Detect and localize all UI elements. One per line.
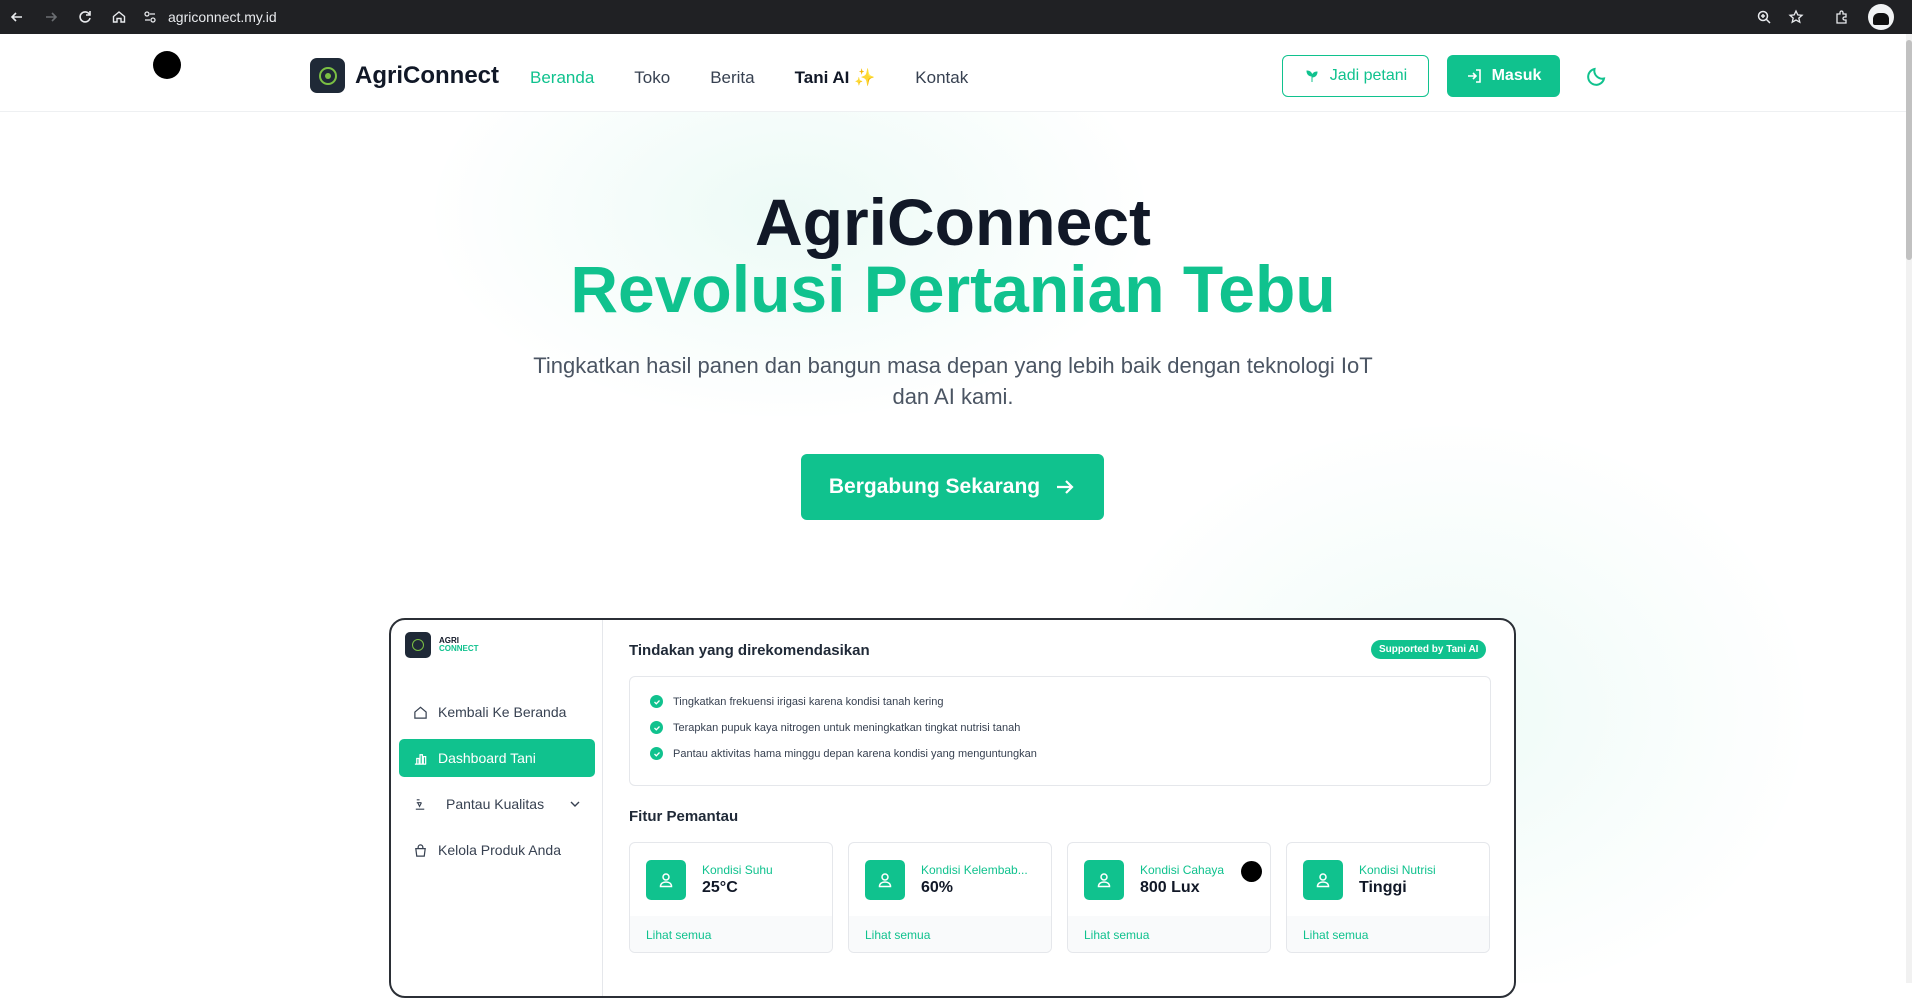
shopping-bag-icon (415, 843, 426, 857)
url-text: agriconnect.my.id (168, 9, 277, 25)
user-icon (865, 860, 905, 900)
card-label: Kondisi Cahaya (1140, 863, 1225, 877)
address-bar[interactable]: agriconnect.my.id (142, 4, 277, 30)
hero-title: AgriConnect (755, 185, 1151, 259)
user-icon (1084, 860, 1124, 900)
user-icon (1303, 860, 1343, 900)
nav-beranda[interactable]: Beranda (530, 68, 594, 88)
nav-toko[interactable]: Toko (634, 68, 670, 88)
scrollbar-thumb[interactable] (1906, 40, 1912, 260)
cursor-dot (153, 51, 181, 79)
see-all-link[interactable]: Lihat semua (1303, 928, 1368, 942)
nav-berita[interactable]: Berita (710, 68, 754, 88)
monitor-card-humidity[interactable]: Kondisi Kelembab... 60% Lihat semua (848, 842, 1052, 953)
reload-button[interactable] (68, 0, 102, 34)
join-now-button[interactable]: Bergabung Sekarang (801, 454, 1104, 520)
browser-toolbar: agriconnect.my.id (0, 0, 1912, 34)
extensions-button[interactable] (1826, 0, 1858, 34)
sprout-icon (1306, 70, 1318, 82)
sidebar-item-label: Kembali Ke Beranda (438, 704, 567, 720)
zoom-button[interactable] (1748, 0, 1780, 34)
dashboard-preview: AGRI CONNECT Kembali Ke Beranda Dashboar… (389, 618, 1516, 998)
arrow-right-icon (1057, 480, 1074, 494)
hero-subtitle: Tingkatkan hasil panen dan bangun masa d… (533, 353, 1373, 409)
sidebar-item-label: Pantau Kualitas (446, 796, 545, 812)
card-value: 60% (921, 879, 954, 896)
arrow-right-icon (46, 12, 58, 22)
card-label: Kondisi Kelembab... (921, 863, 1028, 877)
sidebar-item-label: Kelola Produk Anda (438, 842, 561, 858)
login-icon (1467, 69, 1481, 83)
sidebar-item-dashboard[interactable]: Dashboard Tani (399, 739, 595, 777)
card-label: Kondisi Nutrisi (1359, 863, 1436, 877)
nav-tani-ai[interactable]: Tani AI ✨ (795, 68, 876, 88)
recommendation-item: Tingkatkan frekuensi irigasi karena kond… (650, 695, 943, 708)
home-icon (112, 11, 126, 23)
bookmark-button[interactable] (1780, 0, 1812, 34)
cursor-dot (1241, 861, 1262, 882)
dashboard-main: Tindakan yang direkomendasikan Supported… (603, 620, 1514, 996)
recommendation-item: Terapkan pupuk kaya nitrogen untuk menin… (650, 721, 1020, 734)
hero-title-accent: Revolusi Pertanian Tebu (570, 252, 1336, 326)
dashboard-logo: AGRI CONNECT (405, 632, 479, 658)
card-value: 25°C (702, 879, 738, 896)
tani-ai-badge: Supported by Tani AI (1371, 640, 1487, 659)
forward-button[interactable] (34, 0, 68, 34)
login-label: Masuk (1491, 67, 1542, 84)
sidebar-item-quality[interactable]: Pantau Kualitas (399, 785, 595, 823)
sidebar-item-products[interactable]: Kelola Produk Anda (399, 831, 595, 869)
recommendation-text: Pantau aktivitas hama minggu depan karen… (673, 747, 1037, 760)
puzzle-icon (1836, 10, 1847, 24)
zoom-icon (1757, 10, 1771, 24)
card-value: Tinggi (1359, 879, 1407, 896)
logo-bottom-text: CONNECT (439, 644, 479, 653)
user-icon (646, 860, 686, 900)
main-nav: Beranda Toko Berita Tani AI ✨ Kontak (530, 68, 1008, 88)
reload-icon (79, 11, 91, 23)
become-farmer-label: Jadi petani (1329, 67, 1408, 84)
arrow-left-icon (10, 12, 22, 22)
card-label: Kondisi Suhu (702, 863, 773, 877)
monitor-card-temperature[interactable]: Kondisi Suhu 25°C Lihat semua (629, 842, 833, 953)
monitor-card-light[interactable]: Kondisi Cahaya 800 Lux Lihat semua (1067, 842, 1271, 953)
monitor-card-nutrition[interactable]: Kondisi Nutrisi Tinggi Lihat semua (1286, 842, 1490, 953)
brand-logo[interactable]: AgriConnect (310, 58, 499, 93)
profile-avatar[interactable] (1868, 4, 1894, 30)
recommendations-box: Tingkatkan frekuensi irigasi karena kond… (629, 676, 1491, 786)
page-scrollbar[interactable] (1906, 34, 1912, 983)
site-settings-icon[interactable] (142, 9, 158, 25)
see-all-link[interactable]: Lihat semua (646, 928, 711, 942)
brand-name: AgriConnect (355, 61, 499, 89)
site-header: AgriConnect Beranda Toko Berita Tani AI … (0, 34, 1906, 112)
bar-chart-icon (414, 753, 427, 765)
nav-kontak[interactable]: Kontak (915, 68, 968, 88)
sidebar-item-label: Dashboard Tani (438, 750, 536, 766)
login-button[interactable]: Masuk (1447, 55, 1560, 97)
check-circle-icon (650, 721, 663, 734)
become-farmer-button[interactable]: Jadi petani (1282, 55, 1429, 97)
check-circle-icon (650, 747, 663, 760)
join-now-label: Bergabung Sekarang (828, 475, 1041, 498)
see-all-link[interactable]: Lihat semua (865, 928, 930, 942)
home-icon (414, 706, 427, 719)
recommendations-title: Tindakan yang direkomendasikan (629, 642, 870, 659)
moon-icon[interactable] (1586, 65, 1608, 87)
check-circle-icon (650, 695, 663, 708)
dashboard-sidebar: AGRI CONNECT Kembali Ke Beranda Dashboar… (391, 620, 603, 996)
recommendation-text: Terapkan pupuk kaya nitrogen untuk menin… (673, 721, 1021, 734)
quality-icon (415, 798, 425, 810)
recommendation-item: Pantau aktivitas hama minggu depan karen… (650, 747, 1037, 760)
star-icon (1788, 9, 1804, 24)
features-title: Fitur Pemantau (629, 808, 739, 825)
chip-icon (310, 58, 345, 93)
home-button[interactable] (102, 0, 136, 34)
see-all-link[interactable]: Lihat semua (1084, 928, 1149, 942)
chevron-down-icon[interactable] (569, 798, 581, 810)
back-button[interactable] (0, 0, 34, 34)
card-value: 800 Lux (1140, 879, 1200, 896)
sidebar-item-home[interactable]: Kembali Ke Beranda (399, 693, 595, 731)
chip-icon (405, 632, 431, 658)
recommendation-text: Tingkatkan frekuensi irigasi karena kond… (673, 695, 944, 708)
